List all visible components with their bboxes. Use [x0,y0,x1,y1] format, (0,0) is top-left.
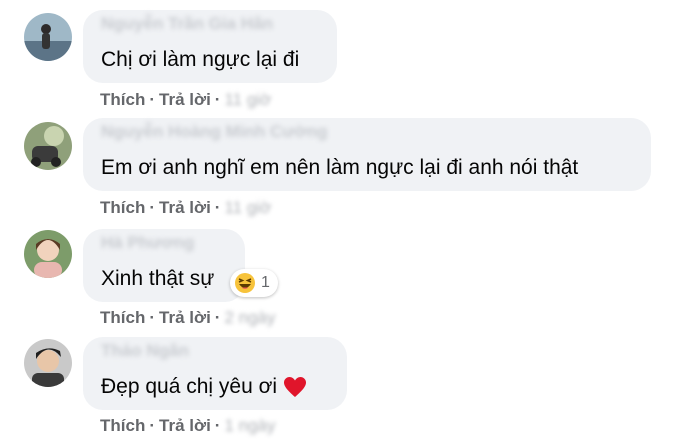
comment-actions: Thích · Trả lời · 11 giờ [100,198,272,218]
comment-bubble: Nguyễn Trần Gia Hân Chị ơi làm ngực lại … [83,10,337,83]
reaction-count: 1 [261,274,270,291]
comment-time[interactable]: 11 giờ [224,90,271,110]
comment-time[interactable]: 1 ngày [224,416,275,436]
reply-button[interactable]: Trả lời [159,308,211,328]
comment-bubble: Thảo Ngân Đẹp quá chị yêu ơi [83,337,347,410]
reaction-summary[interactable]: 1 [230,269,278,297]
reply-button[interactable]: Trả lời [159,416,211,436]
comment-text: Chị ơi làm ngực lại đi [101,48,300,71]
comment-author[interactable]: Nguyễn Trần Gia Hân [101,14,273,34]
reply-button[interactable]: Trả lời [159,90,211,110]
like-button[interactable]: Thích [100,308,145,328]
comment-actions: Thích · Trả lời · 1 ngày [100,416,276,436]
comment-author[interactable]: Nguyễn Hoàng Minh Cường [101,122,328,142]
like-button[interactable]: Thích [100,90,145,110]
avatar[interactable] [24,13,72,61]
comment-author[interactable]: Thảo Ngân [101,341,189,361]
comment-bubble: Nguyễn Hoàng Minh Cường Em ơi anh nghĩ e… [83,118,651,191]
like-button[interactable]: Thích [100,198,145,218]
heart-icon [283,376,307,398]
comment-time[interactable]: 2 ngày [224,308,275,328]
comment-text: Xinh thật sự [101,267,215,290]
comment-bubble: Hà Phương Xinh thật sự [83,229,245,302]
comment-time[interactable]: 11 giờ [224,198,271,218]
comment-text: Em ơi anh nghĩ em nên làm ngực lại đi an… [101,156,579,179]
avatar[interactable] [24,230,72,278]
comment-text-content: Đẹp quá chị yêu ơi [101,375,278,398]
reply-button[interactable]: Trả lời [159,198,211,218]
avatar[interactable] [24,339,72,387]
comment-text: Đẹp quá chị yêu ơi [101,375,307,399]
comment-actions: Thích · Trả lời · 11 giờ [100,90,272,110]
like-button[interactable]: Thích [100,416,145,436]
comment-actions: Thích · Trả lời · 2 ngày [100,308,276,328]
avatar[interactable] [24,122,72,170]
comment-author[interactable]: Hà Phương [101,233,194,253]
haha-emoji-icon [234,272,256,294]
